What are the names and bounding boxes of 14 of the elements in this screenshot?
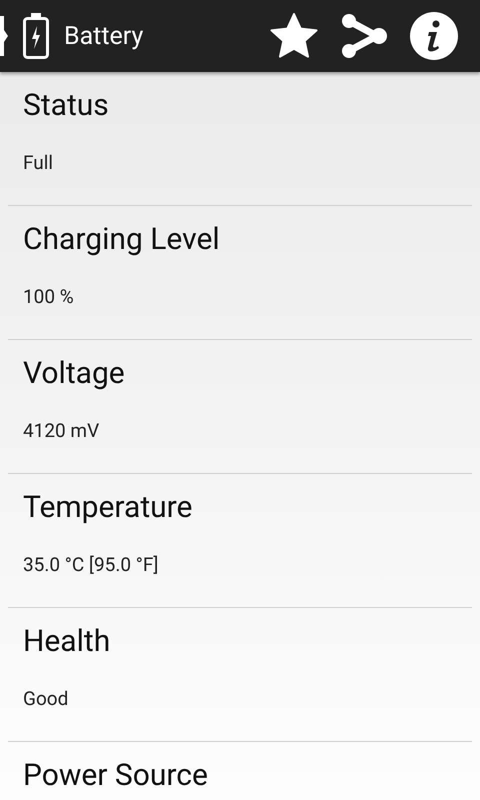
item-label: Charging Level (23, 222, 221, 257)
item-label: Power Source (23, 758, 209, 793)
item-label: Temperature (23, 490, 194, 525)
item-value: 100 % (23, 285, 75, 308)
item-value: Good (23, 687, 70, 710)
item-label: Status (23, 88, 110, 123)
item-label: Health (23, 624, 112, 659)
item-value: 4120 mV (23, 419, 100, 442)
battery-icon (22, 12, 50, 60)
app-title: Battery (64, 22, 144, 50)
item-value: 35.0 °C [95.0 °F] (23, 553, 160, 576)
item-label: Voltage (23, 356, 126, 391)
back-caret-icon[interactable] (0, 16, 8, 56)
item-value: Full (23, 151, 54, 174)
